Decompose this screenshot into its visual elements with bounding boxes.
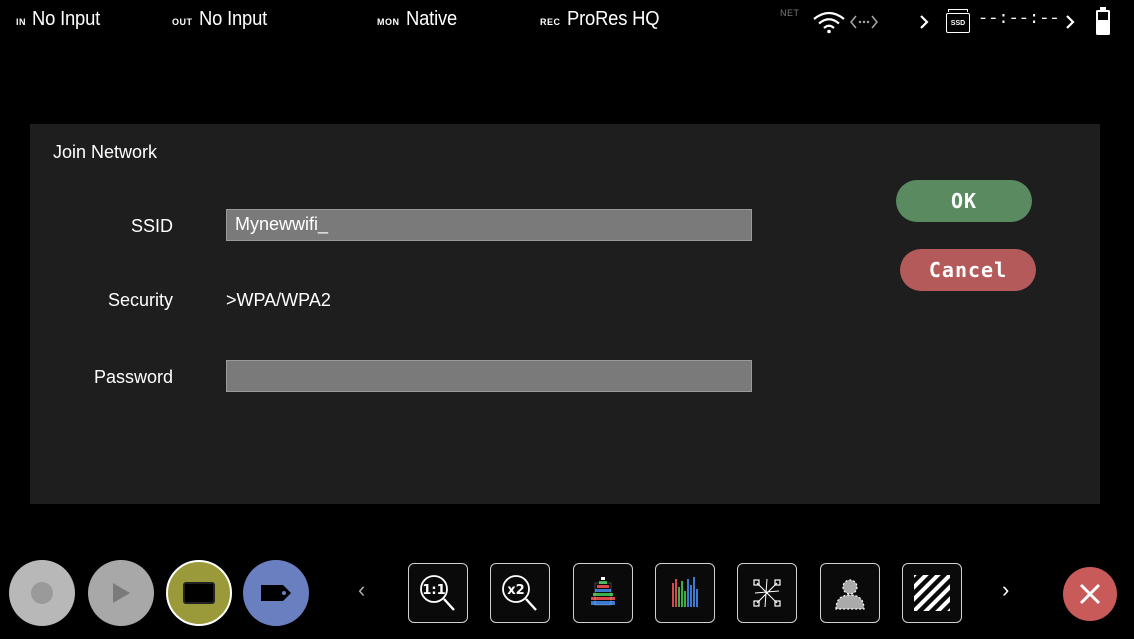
out-value: No Input xyxy=(198,8,267,30)
magnifier-x2-icon: x2 xyxy=(502,575,537,611)
in-tag: IN xyxy=(16,17,26,27)
play-icon xyxy=(113,583,130,603)
monitor-mode-button[interactable] xyxy=(166,560,232,626)
chevron-right-icon[interactable] xyxy=(1064,14,1076,30)
out-tag: OUT xyxy=(172,17,193,27)
chevron-right-icon[interactable] xyxy=(918,14,930,30)
ssd-label: SSD xyxy=(950,19,966,27)
security-label: Security xyxy=(107,290,173,310)
record-icon xyxy=(31,582,53,604)
rec-value: ProRes HQ xyxy=(566,8,660,30)
close-button[interactable] xyxy=(1063,567,1117,621)
dialog-title: Join Network xyxy=(53,142,158,162)
bottom-toolbar: ‹ 1:1 x2 › xyxy=(0,549,1134,639)
monitor-icon xyxy=(183,582,215,604)
zoom-1-1-label: 1:1 xyxy=(422,583,445,598)
toolbar-next-chevron[interactable]: › xyxy=(1002,577,1009,603)
monitor-status[interactable]: MON Native xyxy=(377,8,461,36)
mon-tag: MON xyxy=(377,17,400,27)
focus-peaking-button[interactable] xyxy=(820,563,880,623)
input-status[interactable]: IN No Input xyxy=(16,8,106,36)
tag-icon xyxy=(261,585,291,601)
rgb-parade-icon xyxy=(672,577,698,607)
security-selector[interactable]: >WPA/WPA2 xyxy=(226,290,331,311)
network-status[interactable]: NET xyxy=(780,8,806,36)
cancel-button[interactable]: Cancel xyxy=(900,249,1036,291)
battery-icon xyxy=(1096,7,1110,35)
network-transfer-icon xyxy=(850,15,878,29)
output-status[interactable]: OUT No Input xyxy=(172,8,273,36)
ssid-label: SSID xyxy=(130,216,173,236)
ssd-icon[interactable]: SSD xyxy=(946,9,970,33)
person-outline-icon xyxy=(835,579,865,610)
rgb-parade-button[interactable] xyxy=(655,563,715,623)
play-button[interactable] xyxy=(88,560,154,626)
close-icon xyxy=(1079,583,1101,605)
waveform-icon xyxy=(591,577,615,606)
zoom-1-1-button[interactable]: 1:1 xyxy=(408,563,468,623)
zebra-button[interactable] xyxy=(902,563,962,623)
in-value: No Input xyxy=(32,8,101,30)
net-tag: NET xyxy=(780,8,800,18)
wifi-icon xyxy=(813,11,845,34)
status-bar: IN No Input OUT No Input MON Native REC … xyxy=(0,0,1134,44)
zoom-x2-label: x2 xyxy=(507,583,524,598)
ok-button[interactable]: OK xyxy=(896,180,1032,222)
waveform-button[interactable] xyxy=(573,563,633,623)
password-input[interactable] xyxy=(226,360,752,392)
record-button[interactable] xyxy=(9,560,75,626)
zoom-x2-button[interactable]: x2 xyxy=(490,563,550,623)
magnifier-1-1-icon: 1:1 xyxy=(420,575,455,611)
vectorscope-icon xyxy=(753,578,781,608)
toolbar-prev-chevron[interactable]: ‹ xyxy=(358,577,365,603)
tag-button[interactable] xyxy=(243,560,309,626)
timecode: --:--:-- xyxy=(978,10,1060,29)
vectorscope-button[interactable] xyxy=(737,563,797,623)
rec-tag: REC xyxy=(540,17,561,27)
mon-value: Native xyxy=(405,8,457,30)
zebra-stripes-icon xyxy=(914,575,950,611)
record-status[interactable]: REC ProRes HQ xyxy=(540,8,667,36)
password-label: Password xyxy=(93,367,173,387)
ssid-input[interactable]: Mynewwifi_ xyxy=(226,209,752,241)
join-network-dialog: Join Network SSID Mynewwifi_ Security >W… xyxy=(30,124,1100,504)
